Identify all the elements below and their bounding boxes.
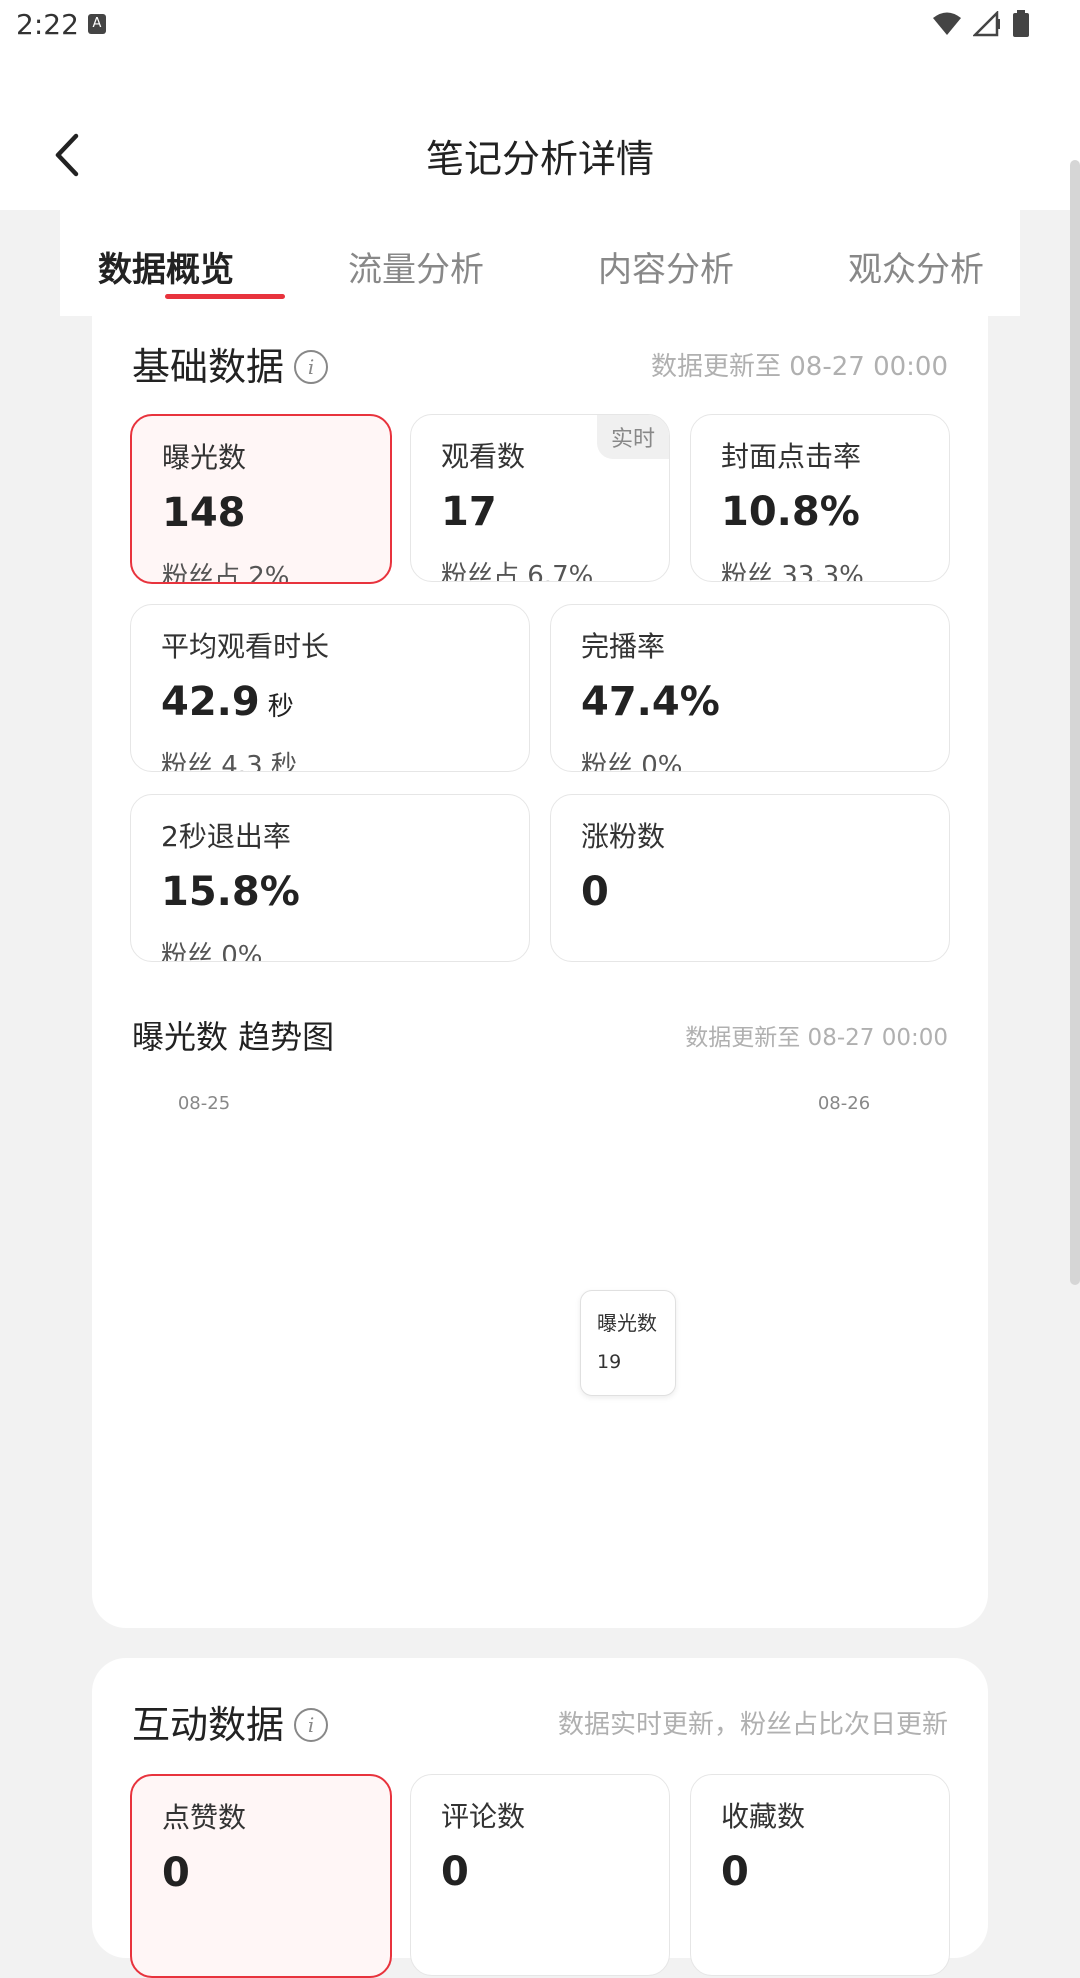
metric-value-number: 42.9	[161, 679, 260, 725]
metric-card-2s-exit-rate[interactable]: 2秒退出率 15.8% 粉丝 0%	[130, 794, 530, 962]
status-bar: 2:22 A	[0, 0, 1080, 50]
tooltip-value: 19	[597, 1351, 622, 1373]
metric-fan-share: 粉丝 0%	[161, 941, 263, 962]
signal-icon	[971, 9, 1000, 37]
metric-value: 15.8%	[161, 869, 300, 915]
metric-value: 17	[441, 489, 497, 535]
metric-label: 评论数	[441, 1800, 526, 1833]
metric-value: 0	[581, 869, 609, 915]
basic-data-title: 基础数据	[132, 345, 285, 389]
metric-card-impressions[interactable]: 曝光数 148 粉丝占 2%	[130, 414, 392, 584]
metric-value: 0	[162, 1850, 190, 1896]
metric-label: 平均观看时长	[161, 630, 330, 663]
metric-card-new-followers[interactable]: 涨粉数 0	[550, 794, 950, 962]
chart-tooltip: 曝光数 19	[580, 1290, 676, 1396]
metric-card-views[interactable]: 实时 观看数 17 粉丝占 6.7%	[410, 414, 670, 582]
wifi-icon	[932, 12, 961, 35]
metric-unit: 秒	[267, 692, 294, 722]
metric-card-likes[interactable]: 点赞数 0	[130, 1774, 392, 1978]
battery-icon	[1013, 10, 1029, 37]
x-tick-label: 08-25	[178, 1093, 230, 1114]
system-icons	[926, 9, 1030, 38]
metric-fan-share: 粉丝占 2%	[162, 562, 290, 584]
page-title: 笔记分析详情	[425, 137, 654, 181]
metric-value: 10.8%	[721, 489, 860, 535]
interaction-update-note: 数据实时更新，粉丝占比次日更新	[557, 1710, 948, 1740]
tab-traffic[interactable]: 流量分析	[348, 242, 484, 291]
y-tick-label: 0	[169, 1086, 180, 1088]
realtime-badge: 实时	[596, 415, 669, 459]
notification-app-icon: A	[88, 14, 106, 34]
metric-value: 47.4%	[581, 679, 720, 725]
metric-label: 完播率	[581, 630, 666, 663]
metric-label: 观看数	[441, 440, 526, 473]
tooltip-label: 曝光数	[597, 1311, 657, 1335]
basic-data-card: 基础数据 i 数据更新至 08-27 00:00 曝光数 148 粉丝占 2% 实…	[92, 306, 988, 1628]
app-header: 笔记分析详情	[0, 50, 1080, 210]
basic-update-note: 数据更新至 08-27 00:00	[650, 352, 948, 382]
metric-value: 0	[721, 1849, 749, 1895]
metric-fan-share: 粉丝 0%	[581, 751, 683, 772]
metric-value: 0	[441, 1849, 469, 1895]
tab-content[interactable]: 内容分析	[598, 242, 734, 291]
interaction-data-card: 互动数据 i 数据实时更新，粉丝占比次日更新 点赞数 0 评论数 0 收藏数 0	[92, 1658, 988, 1978]
metric-fan-share: 粉丝 4.3 秒	[161, 751, 297, 772]
info-icon[interactable]: i	[294, 349, 329, 384]
metric-card-favorites[interactable]: 收藏数 0	[690, 1774, 950, 1976]
trend-chart-title: 曝光数 趋势图	[132, 1018, 335, 1056]
metric-label: 封面点击率	[721, 440, 862, 473]
active-tab-indicator	[165, 294, 285, 299]
metric-fan-share: 粉丝 33.3%	[721, 561, 864, 582]
tab-overview[interactable]: 数据概览	[98, 242, 234, 291]
info-icon[interactable]: i	[294, 1707, 329, 1742]
metric-value: 42.9 秒	[161, 679, 294, 725]
metric-fan-share: 粉丝占 6.7%	[441, 561, 594, 582]
metric-label: 收藏数	[721, 1800, 806, 1833]
tab-bar: 数据概览 流量分析 内容分析 观众分析	[60, 210, 1020, 316]
metric-label: 2秒退出率	[161, 820, 291, 853]
metric-label: 点赞数	[162, 1801, 247, 1834]
tab-audience[interactable]: 观众分析	[848, 242, 984, 291]
basic-data-heading: 基础数据 i	[132, 336, 329, 391]
trend-update-note: 数据更新至 08-27 00:00	[685, 1025, 948, 1051]
x-tick-label: 08-26	[818, 1093, 870, 1114]
metric-card-avg-watch-time[interactable]: 平均观看时长 42.9 秒 粉丝 4.3 秒	[130, 604, 530, 772]
metric-label: 涨粉数	[581, 820, 666, 853]
interaction-data-heading: 互动数据 i	[132, 1694, 329, 1749]
metric-card-cover-ctr[interactable]: 封面点击率 10.8% 粉丝 33.3%	[690, 414, 950, 582]
metric-card-completion-rate[interactable]: 完播率 47.4% 粉丝 0%	[550, 604, 950, 772]
interaction-data-title: 互动数据	[132, 1703, 285, 1747]
metric-label: 曝光数	[162, 441, 247, 474]
scrollbar[interactable]	[1070, 160, 1080, 1285]
metric-value: 148	[162, 490, 246, 536]
metric-card-comments[interactable]: 评论数 0	[410, 1774, 670, 1976]
status-time: 2:22	[16, 8, 79, 41]
